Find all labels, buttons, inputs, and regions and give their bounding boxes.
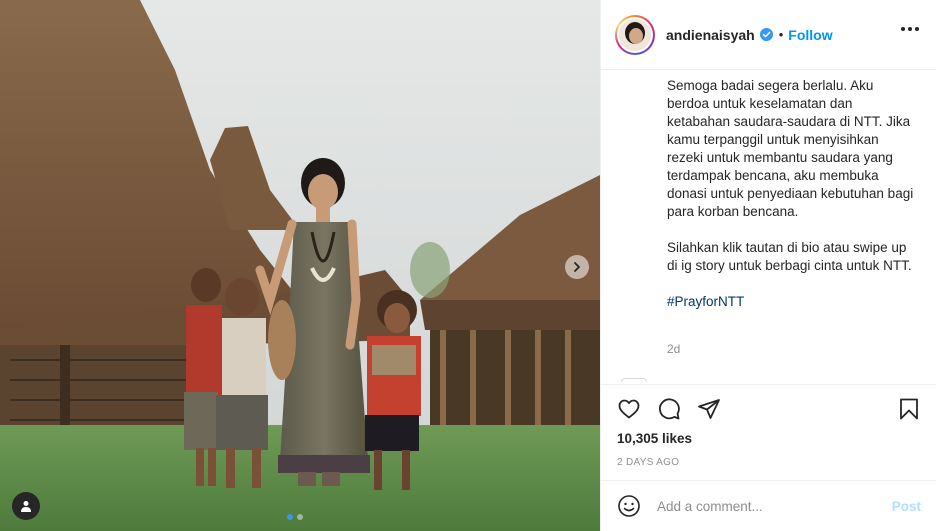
avatar xyxy=(619,18,651,51)
next-comment-avatar-peek xyxy=(621,378,647,382)
comment-input[interactable] xyxy=(657,498,877,514)
carousel-indicator xyxy=(287,514,303,520)
caption-paragraph: Silahkan klik tautan di bio atau swipe u… xyxy=(667,240,912,273)
carousel-dot xyxy=(297,514,303,520)
more-options-button[interactable] xyxy=(901,27,919,31)
caption-paragraph: Semoga badai segera berlalu. Aku berdoa … xyxy=(667,78,914,219)
avatar-image xyxy=(619,18,651,51)
likes-count[interactable]: 10,305 likes xyxy=(617,431,692,446)
user-tag-icon xyxy=(21,501,31,512)
post-media[interactable] xyxy=(0,0,600,531)
carousel-dot-active xyxy=(287,514,293,520)
follow-button[interactable]: Follow xyxy=(788,27,832,43)
post-caption: Semoga badai segera berlalu. Aku berdoa … xyxy=(667,77,917,329)
avatar-story-ring[interactable] xyxy=(615,14,655,55)
post-date[interactable]: 2 DAYS AGO xyxy=(617,457,679,468)
post-side-panel: andienaisyah • Follow Semoga badai seger… xyxy=(600,0,936,531)
bookmark-icon[interactable] xyxy=(897,397,921,421)
more-options-icon xyxy=(901,27,905,31)
share-icon[interactable] xyxy=(697,397,721,421)
comment-icon[interactable] xyxy=(657,397,681,421)
emoji-icon[interactable] xyxy=(617,494,641,518)
post-photo xyxy=(0,0,600,531)
chevron-right-icon xyxy=(574,262,580,272)
add-comment-bar: Post xyxy=(601,480,936,531)
post-comment-button[interactable]: Post xyxy=(892,499,921,514)
username-link[interactable]: andienaisyah xyxy=(666,27,755,43)
heart-icon[interactable] xyxy=(617,397,641,421)
verified-badge-icon xyxy=(759,28,773,41)
separator-dot: • xyxy=(778,27,784,42)
tagged-users-button[interactable] xyxy=(12,492,40,520)
hashtag-link[interactable]: #PrayforNTT xyxy=(667,294,744,309)
caption-timestamp[interactable]: 2d xyxy=(667,342,680,356)
post-header: andienaisyah • Follow xyxy=(601,0,936,70)
next-slide-button[interactable] xyxy=(565,255,589,279)
instagram-post: andienaisyah • Follow Semoga badai seger… xyxy=(0,0,936,531)
post-actions: 10,305 likes 2 DAYS AGO xyxy=(601,384,936,480)
